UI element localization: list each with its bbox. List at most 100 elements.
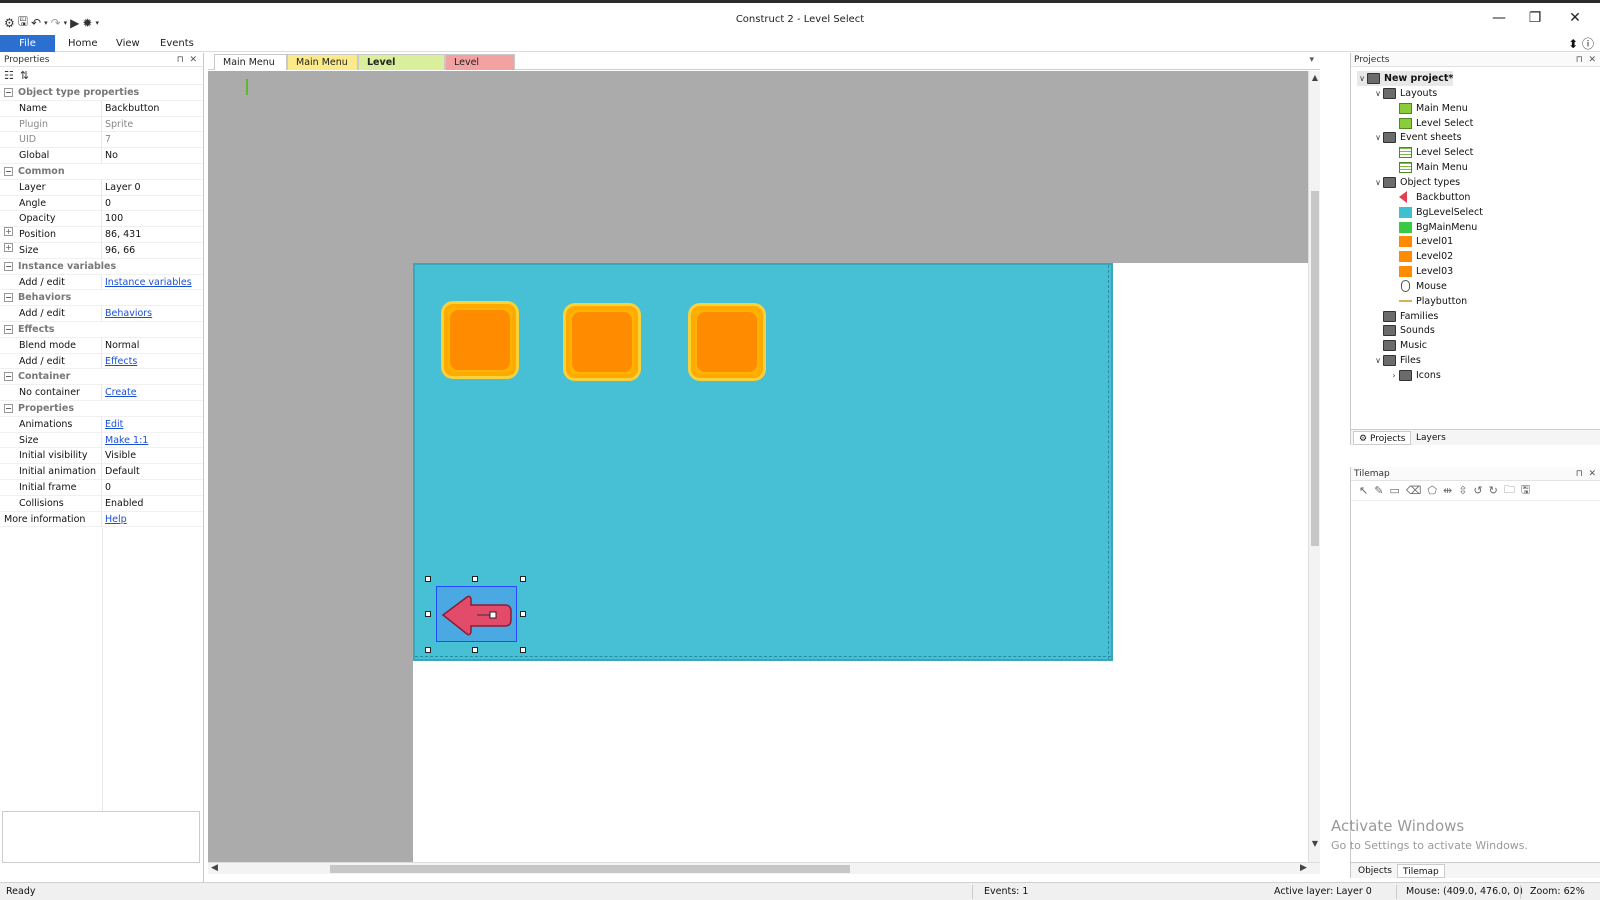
close-panel-icon[interactable]: ✕ (1588, 55, 1596, 65)
tree-item[interactable]: Level03 (1389, 264, 1453, 279)
layout-canvas[interactable] (208, 71, 1308, 862)
tree-item[interactable]: BgLevelSelect (1389, 205, 1483, 220)
collapse-icon[interactable]: − (4, 293, 13, 303)
collapse-icon[interactable]: − (4, 88, 13, 97)
scroll-up-icon[interactable]: ▲ (1309, 73, 1321, 82)
property-value[interactable]: 86, 431 (102, 227, 141, 242)
collapse-icon[interactable]: − (4, 261, 13, 271)
shape-tool-icon[interactable]: ⬠ (1427, 484, 1437, 497)
tab-projects[interactable]: ⚙ Projects (1353, 431, 1412, 445)
resize-handle[interactable] (472, 647, 478, 653)
minimize-button[interactable]: — (1480, 8, 1518, 28)
property-row[interactable]: Plugin Sprite (0, 116, 203, 133)
sort-alpha-icon[interactable]: ⇅ (20, 69, 29, 82)
property-row[interactable]: Name Backbutton (0, 100, 203, 117)
ribbon-tab-file[interactable]: File (0, 35, 55, 52)
tree-item[interactable]: Main Menu (1389, 101, 1468, 116)
property-row[interactable]: Blend mode Normal (0, 337, 203, 354)
resize-handle[interactable] (425, 611, 431, 617)
horizontal-scroll-thumb[interactable] (330, 865, 850, 873)
scroll-left-icon[interactable]: ◀ (211, 863, 218, 873)
property-row[interactable]: No container Create (0, 385, 203, 401)
level03-sprite[interactable] (688, 303, 766, 381)
resize-handle[interactable] (472, 576, 478, 582)
expand-toggle-icon[interactable]: ∨ (1357, 71, 1367, 86)
property-category[interactable]: − Container (0, 369, 203, 386)
property-row[interactable]: Layer Layer 0 (0, 179, 203, 196)
property-value[interactable]: Enabled (102, 496, 143, 511)
tree-item[interactable]: Level Select (1389, 145, 1473, 160)
property-row[interactable]: Initial frame 0 (0, 479, 203, 496)
tree-item[interactable]: Level02 (1389, 249, 1453, 264)
tree-item[interactable]: Playbutton (1389, 294, 1467, 309)
property-value[interactable]: Backbutton (102, 101, 159, 116)
tree-item[interactable]: ∨ New project* (1357, 71, 1454, 86)
ribbon-tab-home[interactable]: Home (58, 35, 108, 52)
property-link[interactable]: Effects (102, 354, 137, 369)
property-row[interactable]: Add / edit Behaviors (0, 306, 203, 322)
pencil-tool-icon[interactable]: ✎ (1374, 484, 1383, 497)
close-panel-icon[interactable]: ✕ (189, 55, 197, 65)
property-row[interactable]: Collisions Enabled (0, 495, 203, 512)
select-tool-icon[interactable]: ↖ (1359, 484, 1368, 497)
tree-item[interactable]: Level01 (1389, 234, 1453, 249)
property-row[interactable]: Size Make 1:1 (0, 432, 203, 449)
resize-handle[interactable] (425, 647, 431, 653)
resize-handle[interactable] (520, 647, 526, 653)
rotate-ccw-icon[interactable]: ↺ (1473, 484, 1482, 497)
tab-tilemap[interactable]: Tilemap (1397, 864, 1445, 878)
mirror-icon[interactable]: ⇹ (1443, 484, 1452, 497)
property-link[interactable]: Make 1:1 (102, 433, 148, 448)
ribbon-tab-view[interactable]: View (106, 35, 150, 52)
doc-tab[interactable]: Level Select✕ (358, 54, 445, 83)
property-row[interactable]: Global No (0, 148, 203, 164)
property-link[interactable]: Help (102, 512, 127, 527)
categorized-icon[interactable]: ☷ (4, 69, 14, 82)
expand-icon[interactable]: + (4, 242, 13, 252)
property-row[interactable]: Initial animation Default (0, 464, 203, 480)
property-value[interactable]: No (102, 148, 118, 163)
property-row[interactable]: More information Help (0, 511, 203, 528)
property-row[interactable]: + Size 96, 66 (0, 242, 203, 259)
pin-icon[interactable]: ⊓ (177, 55, 184, 65)
property-row[interactable]: Opacity 100 (0, 211, 203, 228)
collapse-icon[interactable]: − (4, 324, 13, 334)
tree-item[interactable]: BgMainMenu (1389, 220, 1477, 235)
scroll-down-icon[interactable]: ▼ (1309, 839, 1321, 848)
collapse-icon[interactable]: − (4, 166, 13, 176)
property-value[interactable]: 96, 66 (102, 243, 135, 258)
pin-icon[interactable]: ⊓ (1576, 469, 1583, 479)
property-row[interactable]: Add / edit Effects (0, 353, 203, 370)
vertical-scroll-thumb[interactable] (1311, 191, 1319, 546)
property-value[interactable]: Visible (102, 448, 136, 463)
property-row[interactable]: Animations Edit (0, 416, 203, 433)
property-value[interactable]: Default (102, 464, 140, 479)
tree-item[interactable]: ∨ Files (1373, 353, 1421, 368)
expand-toggle-icon[interactable]: ∨ (1373, 175, 1383, 190)
property-value[interactable]: 0 (102, 196, 111, 211)
doc-tab[interactable]: Main Menu (214, 54, 287, 70)
pin-icon[interactable]: ⊓ (1576, 55, 1583, 65)
level01-sprite[interactable] (441, 301, 519, 379)
resize-handle[interactable] (520, 611, 526, 617)
expand-toggle-icon[interactable]: ∨ (1373, 130, 1383, 145)
expand-icon[interactable]: + (4, 227, 13, 237)
tree-item[interactable]: Music (1373, 338, 1427, 353)
save-icon[interactable]: 🖫 (1521, 481, 1530, 500)
rotate-cw-icon[interactable]: ↻ (1489, 484, 1498, 497)
tab-objects[interactable]: Objects (1353, 864, 1397, 878)
tree-item[interactable]: ∨ Object types (1373, 175, 1460, 190)
property-category[interactable]: − Effects (0, 321, 203, 338)
tree-item[interactable]: › Icons (1389, 368, 1441, 383)
close-button[interactable]: ✕ (1556, 8, 1594, 28)
open-folder-icon[interactable]: 🗀 (1504, 481, 1515, 500)
property-row[interactable]: Angle 0 (0, 195, 203, 212)
expand-toggle-icon[interactable]: ∨ (1373, 86, 1383, 101)
horizontal-scrollbar[interactable]: ◀ ▶ (208, 862, 1320, 874)
eraser-tool-icon[interactable]: ⌫ (1406, 484, 1422, 497)
property-link[interactable]: Behaviors (102, 306, 152, 321)
tree-item[interactable]: Backbutton (1389, 190, 1470, 205)
doc-tab[interactable]: Main Menu (287, 54, 358, 70)
property-category[interactable]: − Common (0, 163, 203, 180)
resize-handle[interactable] (520, 576, 526, 582)
